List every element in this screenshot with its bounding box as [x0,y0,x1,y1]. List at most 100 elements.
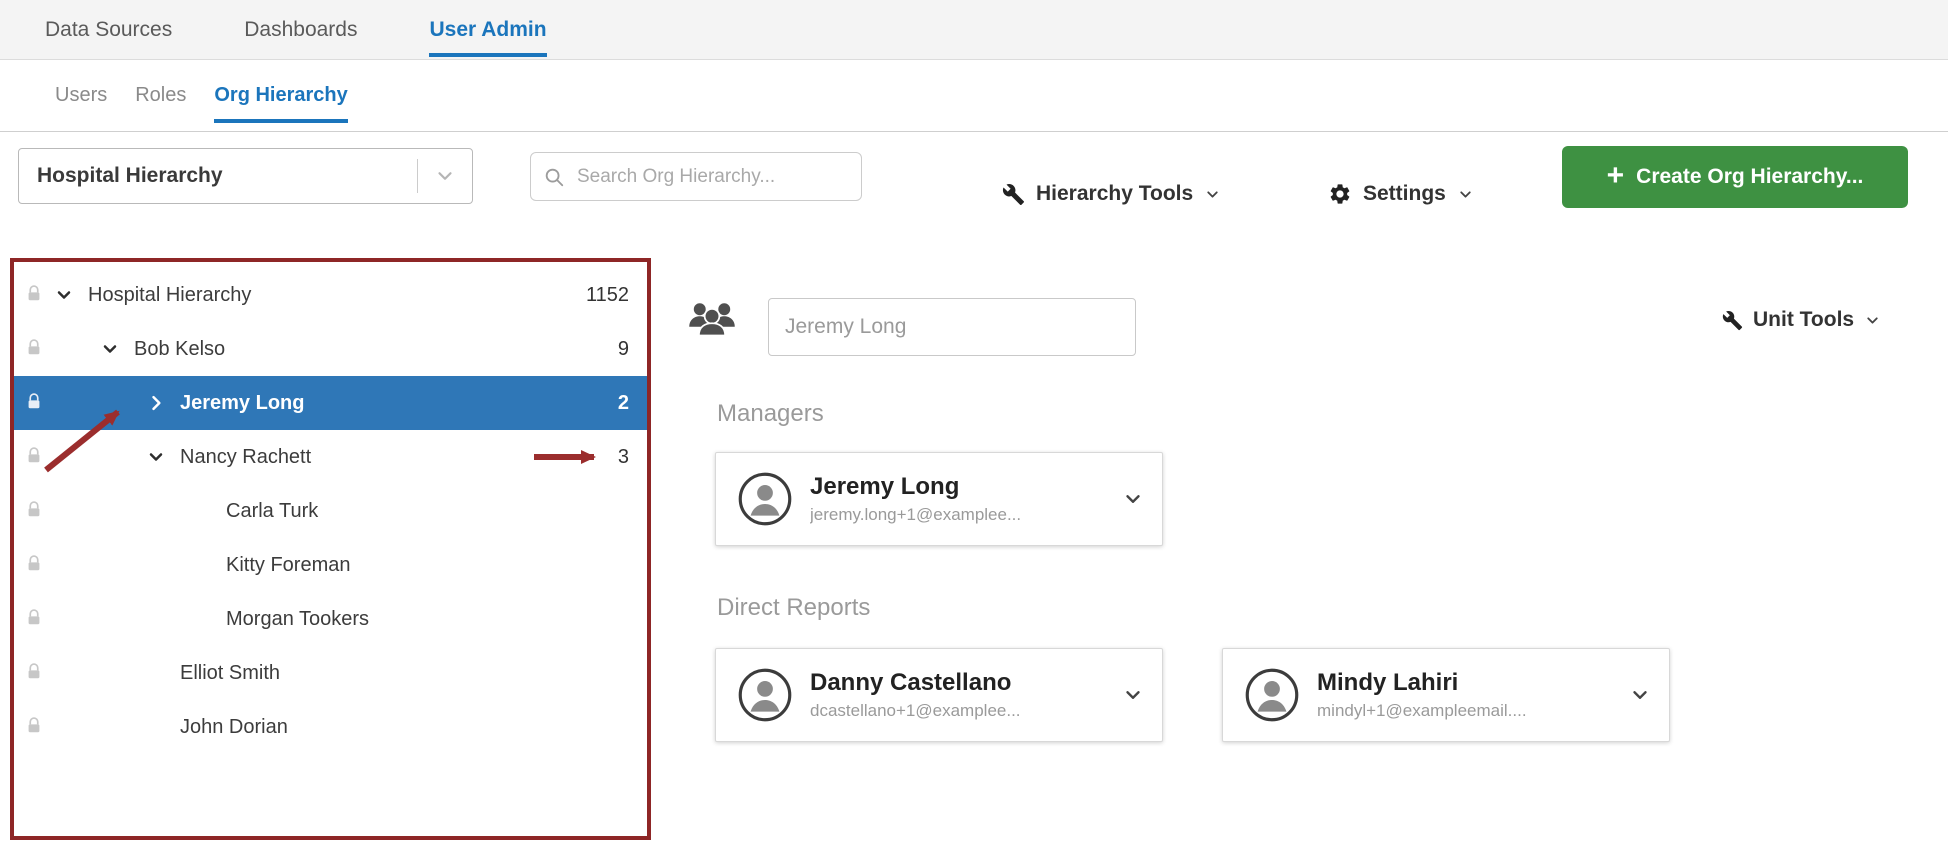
tab-label: Users [55,84,107,107]
lock-icon [24,500,46,522]
chevron-placeholder [146,662,176,684]
chevron-down-icon[interactable] [54,284,84,306]
lock-icon [24,284,46,306]
tab-label: Dashboards [244,18,357,42]
toolbar: Hospital Hierarchy Hierarchy Tools [0,132,1948,256]
tree-item-label: Hospital Hierarchy [88,284,251,307]
person-info: Mindy Lahiri mindyl+1@exampleemail.... [1317,669,1611,721]
tree-item-count: 3 [618,446,629,469]
tab-roles[interactable]: Roles [135,60,186,131]
tree-row[interactable]: Morgan Tookers [14,592,647,646]
unit-tools-label: Unit Tools [1753,308,1854,332]
lock-icon [24,662,46,684]
tree-item-label: Morgan Tookers [226,608,369,631]
hierarchy-tools-label: Hierarchy Tools [1036,182,1193,206]
avatar [738,472,792,526]
tree-item-count: 2 [618,392,629,415]
tree-row[interactable]: John Dorian [14,700,647,754]
settings-label: Settings [1363,182,1446,206]
chevron-down-icon [1864,312,1881,329]
managers-section-label: Managers [717,400,824,428]
tree-item-label: Nancy Rachett [180,446,311,469]
person-name: Mindy Lahiri [1317,669,1611,697]
manager-card[interactable]: Jeremy Long jeremy.long+1@examplee... [715,452,1163,546]
tree-item-label: Kitty Foreman [226,554,350,577]
person-info: Danny Castellano dcastellano+1@examplee.… [810,669,1104,721]
tree-row-selected[interactable]: Jeremy Long 2 [14,376,647,430]
tab-data-sources[interactable]: Data Sources [45,0,172,59]
tree-item-label: Elliot Smith [180,662,280,685]
chevron-down-icon[interactable] [1122,488,1144,510]
tab-label: User Admin [429,18,546,42]
tree-row[interactable]: Kitty Foreman [14,538,647,592]
lock-icon [24,716,46,738]
chevron-placeholder [192,500,222,522]
chevron-down-icon [1457,186,1474,203]
avatar [738,668,792,722]
tab-label: Data Sources [45,18,172,42]
chevron-down-icon[interactable] [1629,684,1651,706]
tab-user-admin[interactable]: User Admin [429,0,546,59]
tab-org-hierarchy[interactable]: Org Hierarchy [214,60,347,131]
person-name: Jeremy Long [810,473,1104,501]
sub-nav: Users Roles Org Hierarchy [0,60,1948,132]
lock-icon [24,446,46,468]
chevron-down-icon [1204,186,1221,203]
hierarchy-select[interactable]: Hospital Hierarchy [18,148,473,204]
chevron-placeholder [192,608,222,630]
search-box [530,152,862,201]
wrench-icon [1002,183,1025,206]
person-info: Jeremy Long jeremy.long+1@examplee... [810,473,1104,525]
org-unit-group-icon [684,296,740,340]
chevron-placeholder [146,716,176,738]
tree-row[interactable]: Elliot Smith [14,646,647,700]
create-org-hierarchy-button[interactable]: + Create Org Hierarchy... [1562,146,1908,208]
chevron-right-icon[interactable] [146,392,176,414]
direct-reports-section-label: Direct Reports [717,594,870,622]
person-email: mindyl+1@exampleemail.... [1317,701,1611,721]
tree-row[interactable]: Carla Turk [14,484,647,538]
unit-tools-menu[interactable]: Unit Tools [1722,298,1881,342]
chevron-down-icon [418,165,472,187]
chevron-down-icon[interactable] [146,446,176,468]
org-tree-panel annotation-box: Hospital Hierarchy 1152 Bob Kelso 9 Jere… [10,258,651,840]
lock-icon [24,392,46,414]
avatar [1245,668,1299,722]
tree-item-label: Carla Turk [226,500,318,523]
search-icon [543,166,565,188]
settings-menu[interactable]: Settings [1328,132,1474,256]
tree-item-label: John Dorian [180,716,288,739]
chevron-down-icon[interactable] [1122,684,1144,706]
tree-item-label: Jeremy Long [180,392,304,415]
create-org-hierarchy-label: Create Org Hierarchy... [1636,165,1863,189]
chevron-down-icon[interactable] [100,338,130,360]
tree-row[interactable]: Hospital Hierarchy 1152 [14,268,647,322]
hierarchy-tools-menu[interactable]: Hierarchy Tools [1002,132,1221,256]
hierarchy-select-value: Hospital Hierarchy [19,164,417,188]
direct-report-card[interactable]: Mindy Lahiri mindyl+1@exampleemail.... [1222,648,1670,742]
tab-label: Roles [135,84,186,107]
wrench-icon [1722,310,1743,331]
unit-name-input[interactable] [768,298,1136,356]
lock-icon [24,554,46,576]
chevron-placeholder [192,554,222,576]
top-nav: Data Sources Dashboards User Admin [0,0,1948,60]
person-email: jeremy.long+1@examplee... [810,505,1104,525]
person-email: dcastellano+1@examplee... [810,701,1104,721]
plus-icon: + [1607,161,1625,191]
gear-icon [1328,182,1352,206]
org-hierarchy-page: Data Sources Dashboards User Admin Users… [0,0,1948,846]
lock-icon [24,608,46,630]
tree-row[interactable]: Nancy Rachett 3 [14,430,647,484]
tab-dashboards[interactable]: Dashboards [244,0,357,59]
tab-label: Org Hierarchy [214,84,347,107]
person-name: Danny Castellano [810,669,1104,697]
tree-row[interactable]: Bob Kelso 9 [14,322,647,376]
direct-report-card[interactable]: Danny Castellano dcastellano+1@examplee.… [715,648,1163,742]
lock-icon [24,338,46,360]
tab-users[interactable]: Users [55,60,107,131]
tree-item-label: Bob Kelso [134,338,225,361]
search-input[interactable] [575,165,849,189]
tree-item-count: 9 [618,338,629,361]
tree-item-count: 1152 [586,284,629,307]
